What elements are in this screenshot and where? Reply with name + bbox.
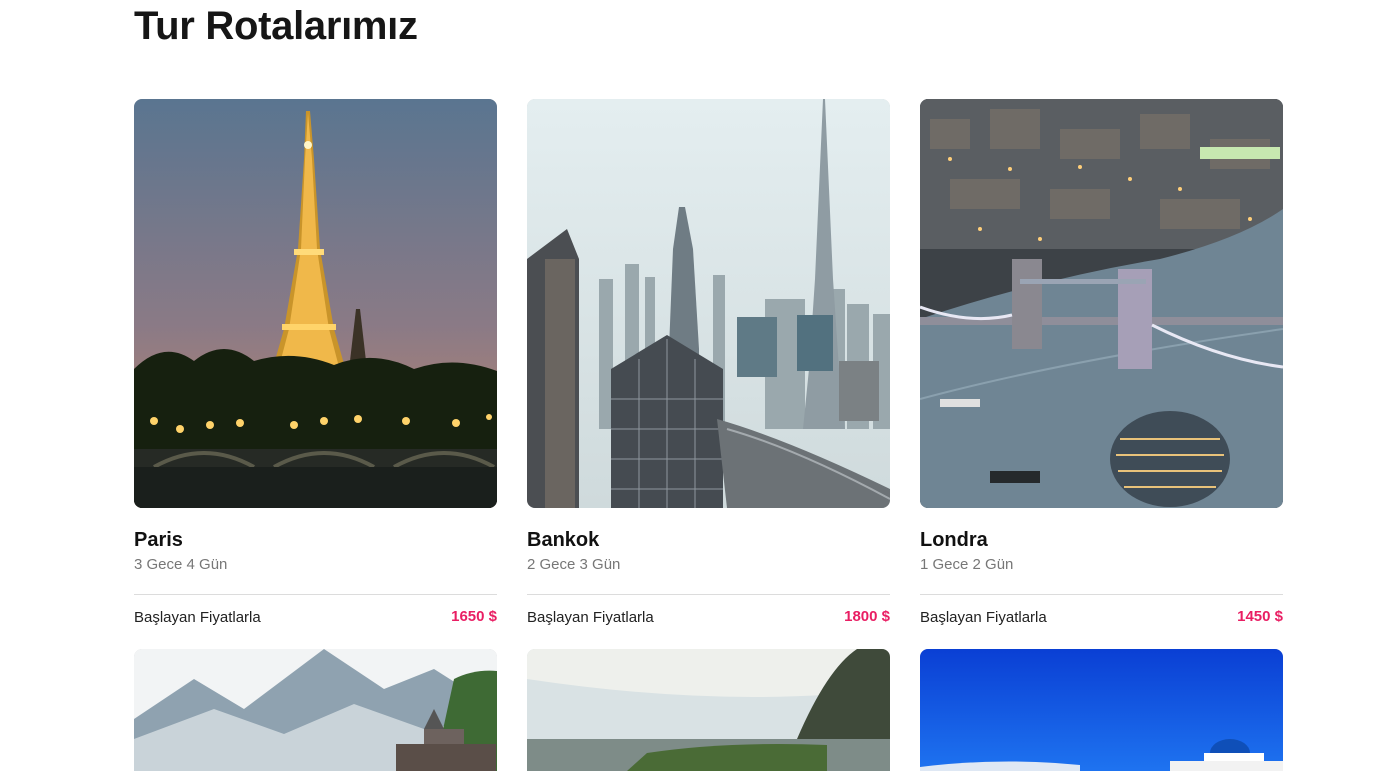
page-title: Tur Rotalarımız bbox=[134, 4, 418, 48]
tour-card-paris[interactable]: Paris 3 Gece 4 Gün Başlayan Fiyatlarla 1… bbox=[134, 99, 497, 649]
tour-price: 1800 $ bbox=[844, 608, 890, 625]
skyline-photo[interactable] bbox=[527, 99, 890, 508]
eiffel-tower-photo[interactable] bbox=[134, 99, 497, 508]
tower-bridge-photo[interactable] bbox=[920, 99, 1283, 508]
tour-city-name[interactable]: Paris bbox=[134, 529, 183, 552]
tour-duration: 3 Gece 4 Gün bbox=[134, 556, 228, 573]
tour-card-bankok[interactable]: Bankok 2 Gece 3 Gün Başlayan Fiyatlarla … bbox=[527, 99, 890, 649]
price-label: Başlayan Fiyatlarla bbox=[527, 609, 654, 626]
santorini-photo[interactable] bbox=[920, 649, 1283, 771]
tour-card[interactable] bbox=[920, 649, 1283, 771]
coast-mountain-photo[interactable] bbox=[527, 649, 890, 771]
tour-price: 1450 $ bbox=[1237, 608, 1283, 625]
card-divider bbox=[527, 594, 890, 595]
price-label: Başlayan Fiyatlarla bbox=[134, 609, 261, 626]
card-divider bbox=[134, 594, 497, 595]
tour-city-name[interactable]: Bankok bbox=[527, 529, 599, 552]
tour-card[interactable] bbox=[134, 649, 497, 771]
tour-grid: Paris 3 Gece 4 Gün Başlayan Fiyatlarla 1… bbox=[134, 99, 1283, 771]
misty-mountains-photo[interactable] bbox=[134, 649, 497, 771]
price-label: Başlayan Fiyatlarla bbox=[920, 609, 1047, 626]
tour-card-londra[interactable]: Londra 1 Gece 2 Gün Başlayan Fiyatlarla … bbox=[920, 99, 1283, 649]
tour-price: 1650 $ bbox=[451, 608, 497, 625]
card-divider bbox=[920, 594, 1283, 595]
tour-city-name[interactable]: Londra bbox=[920, 529, 988, 552]
tour-duration: 2 Gece 3 Gün bbox=[527, 556, 621, 573]
tour-duration: 1 Gece 2 Gün bbox=[920, 556, 1014, 573]
tour-card[interactable] bbox=[527, 649, 890, 771]
